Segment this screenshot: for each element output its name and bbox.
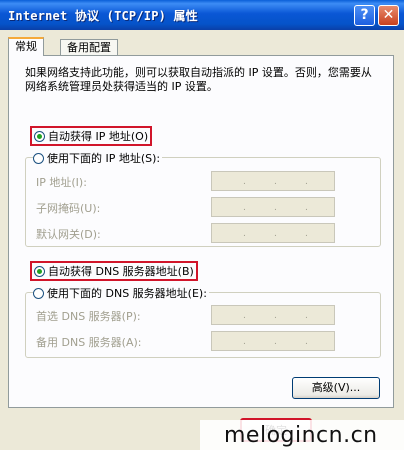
ip-manual-label: 使用下面的 IP 地址(S): — [47, 152, 161, 165]
description-text: 如果网络支持此功能，则可以获取自动指派的 IP 设置。否则，您需要从网络系统管理… — [25, 66, 372, 93]
dns-manual-radio[interactable]: 使用下面的 DNS 服务器地址(E): — [33, 285, 209, 301]
radio-checked-icon — [34, 130, 45, 142]
dns-auto-label: 自动获得 DNS 服务器地址(B) — [48, 265, 194, 278]
radio-unchecked-icon — [33, 287, 44, 299]
watermark-text: melogincn.cn — [224, 423, 378, 448]
ip-manual-radio[interactable]: 使用下面的 IP 地址(S): — [33, 150, 163, 166]
preferred-dns-label: 首选 DNS 服务器(P): — [36, 310, 141, 323]
ip-auto-label: 自动获得 IP 地址(O) — [48, 130, 149, 143]
general-panel: 如果网络支持此功能，则可以获取自动指派的 IP 设置。否则，您需要从网络系统管理… — [8, 55, 394, 408]
subnet-mask-label: 子网掩码(U): — [36, 202, 101, 215]
help-button[interactable]: ? — [354, 5, 375, 26]
default-gateway-input: ... — [211, 223, 335, 243]
title-bar[interactable]: Internet 协议 (TCP/IP) 属性 ? ✕ — [0, 0, 404, 30]
window-title: Internet 协议 (TCP/IP) 属性 — [8, 9, 198, 23]
radio-checked-icon — [34, 265, 45, 277]
default-gateway-label: 默认网关(D): — [36, 228, 101, 241]
advanced-button[interactable]: 高级(V)... — [292, 377, 380, 399]
preferred-dns-input: ... — [211, 305, 335, 325]
alternate-dns-label: 备用 DNS 服务器(A): — [36, 336, 142, 349]
subnet-mask-input: ... — [211, 197, 335, 217]
ip-auto-radio[interactable]: 自动获得 IP 地址(O) — [30, 126, 153, 146]
close-button[interactable]: ✕ — [378, 5, 399, 26]
ip-address-label: IP 地址(I): — [36, 176, 87, 189]
tab-alternate-config[interactable]: 备用配置 — [60, 39, 118, 55]
alternate-dns-input: ... — [211, 331, 335, 351]
dialog-window: Internet 协议 (TCP/IP) 属性 ? ✕ 常规 备用配置 如果网络… — [0, 0, 404, 450]
tab-general[interactable]: 常规 — [8, 37, 44, 56]
dns-auto-radio[interactable]: 自动获得 DNS 服务器地址(B) — [30, 261, 198, 281]
radio-unchecked-icon — [33, 152, 44, 164]
dns-manual-label: 使用下面的 DNS 服务器地址(E): — [47, 287, 207, 300]
ip-address-input: ... — [211, 171, 335, 191]
